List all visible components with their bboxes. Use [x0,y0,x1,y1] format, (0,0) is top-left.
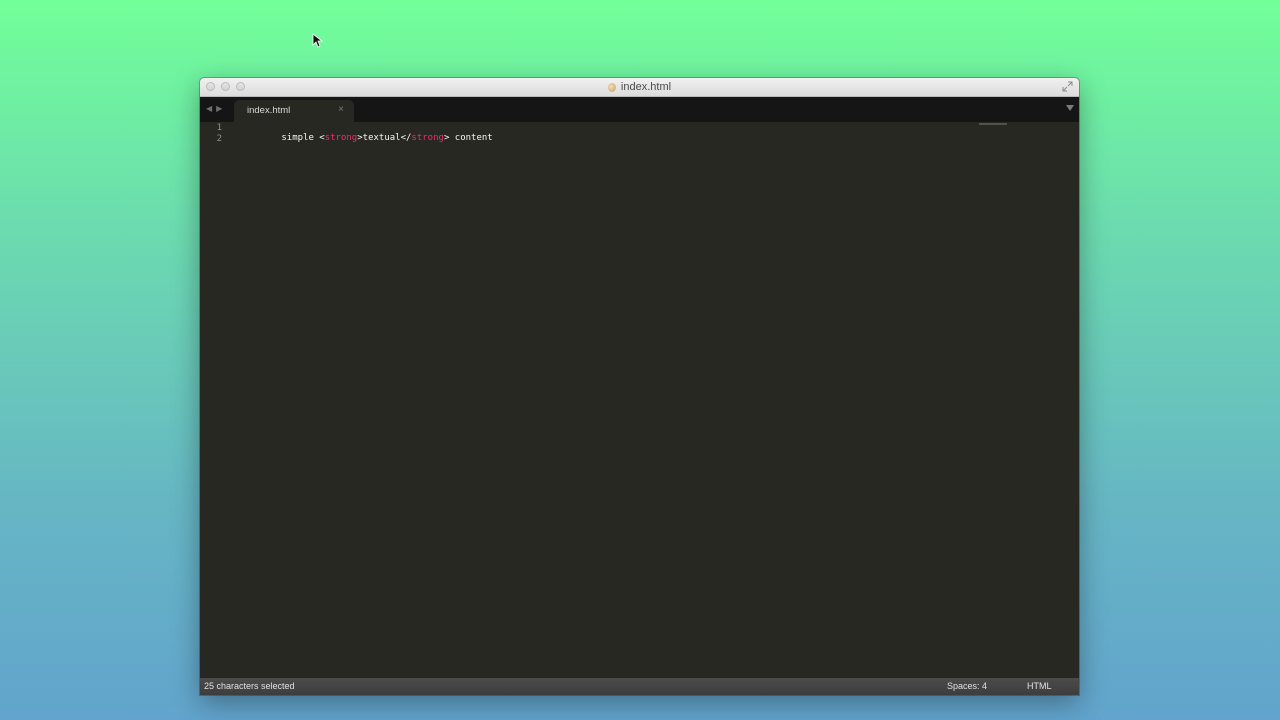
code-line[interactable]: simple <strong>textual</strong> content [238,123,493,153]
tab-index-html[interactable]: index.html × [234,100,354,122]
code-token: simple < [281,133,325,143]
tab-label: index.html [247,105,291,116]
html-tag-name: strong [324,133,358,143]
line-number: 1 [216,123,222,133]
status-bar: 25 characters selected Spaces: 4 HTML [200,678,1079,695]
desktop: index.html ◀ ▶ index.html × 1 2 simple <… [0,0,1280,720]
html-tag-name: strong [411,133,444,143]
code-token: > content [443,133,493,143]
mouse-cursor-icon [312,33,324,48]
window-title: index.html [620,81,672,93]
code-editor[interactable]: 1 2 simple <strong>textual</strong> cont… [200,122,1079,678]
forward-arrow-icon[interactable]: ▶ [216,103,222,115]
window-title-container: index.html [200,78,1079,96]
file-icon [607,82,616,92]
selection-status: 25 characters selected [204,681,295,691]
syntax-status[interactable]: HTML [1027,681,1052,691]
back-arrow-icon[interactable]: ◀ [206,103,212,115]
line-number: 2 [216,134,222,144]
minimap-indicator[interactable] [979,123,1007,125]
chevron-down-icon[interactable] [1066,105,1074,111]
window-titlebar[interactable]: index.html [200,78,1079,97]
fullscreen-icon[interactable] [1062,81,1073,92]
close-icon[interactable]: × [338,104,344,115]
tab-navigation: ◀ ▶ [206,103,222,115]
code-token: >textual</ [357,133,412,143]
tab-bar: ◀ ▶ index.html × [200,97,1079,122]
indentation-status[interactable]: Spaces: 4 [947,681,987,691]
editor-window: index.html ◀ ▶ index.html × 1 2 simple <… [200,78,1079,695]
